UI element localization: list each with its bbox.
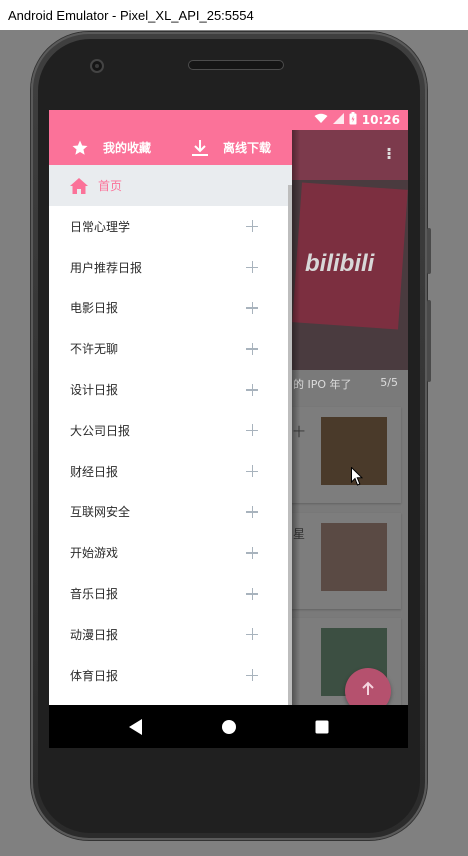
phone-screen: 10:26 ··· bilibili 的 IPO 年了 5/5 十 星: [49, 110, 408, 748]
back-icon: [128, 718, 142, 735]
window-title: Android Emulator - Pixel_XL_API_25:5554: [8, 7, 254, 23]
wifi-icon: [314, 113, 328, 127]
drawer-item-label: 体育日报: [70, 668, 119, 683]
home-label: 首页: [98, 179, 123, 193]
home-icon: [70, 177, 88, 194]
back-button[interactable]: [124, 715, 148, 739]
drawer-item-games[interactable]: 开始游戏: [49, 532, 292, 573]
banner-caption: 的 IPO 年了: [293, 378, 352, 391]
drawer-item-label: 不许无聊: [70, 342, 119, 357]
plus-icon[interactable]: [246, 424, 258, 437]
plus-icon[interactable]: [246, 342, 258, 355]
drawer-item-movie[interactable]: 电影日报: [49, 288, 292, 329]
recents-icon: [315, 720, 328, 733]
offline-download-button[interactable]: 离线下载: [189, 130, 271, 165]
drawer-item-sports[interactable]: 体育日报: [49, 655, 292, 696]
drawer-item-no-boredom[interactable]: 不许无聊: [49, 328, 292, 369]
plus-icon[interactable]: [246, 301, 258, 314]
drawer-item-internet-security[interactable]: 互联网安全: [49, 492, 292, 533]
banner-counter: 5/5: [380, 376, 398, 389]
drawer-item-big-company[interactable]: 大公司日报: [49, 410, 292, 451]
recents-button[interactable]: [310, 715, 334, 739]
drawer-shadow: [292, 130, 300, 705]
status-time: 10:26: [361, 113, 400, 127]
favorites-label: 我的收藏: [103, 141, 152, 155]
home-button[interactable]: [217, 715, 241, 739]
signal-icon: [332, 113, 344, 127]
plus-icon[interactable]: [246, 261, 258, 274]
drawer-item-anime[interactable]: 动漫日报: [49, 614, 292, 655]
favorites-button[interactable]: 我的收藏: [69, 130, 151, 165]
power-button[interactable]: [427, 228, 431, 274]
drawer-item-label: 动漫日报: [70, 627, 119, 642]
plus-icon[interactable]: [246, 628, 258, 641]
plus-icon[interactable]: [246, 669, 258, 682]
story-card: [289, 407, 401, 503]
earpiece-speaker: [188, 60, 284, 70]
battery-icon: [349, 112, 357, 128]
drawer-item-label: 用户推荐日报: [70, 260, 143, 275]
plus-icon[interactable]: [246, 546, 258, 559]
drawer-header: 我的收藏 离线下载: [49, 130, 292, 165]
drawer-item-home[interactable]: 首页: [49, 165, 292, 206]
banner-logo: bilibili: [305, 250, 375, 277]
drawer-item-user-recommended[interactable]: 用户推荐日报: [49, 247, 292, 288]
android-nav-bar: [49, 705, 408, 748]
plus-icon[interactable]: [246, 383, 258, 396]
drawer-item-label: 财经日报: [70, 464, 119, 479]
story-thumbnail: [321, 523, 387, 591]
front-camera: [90, 59, 104, 73]
drawer-item-label: 设计日报: [70, 383, 119, 398]
volume-button[interactable]: [427, 300, 431, 382]
offline-download-label: 离线下载: [223, 141, 272, 155]
mouse-cursor-icon: [351, 466, 364, 490]
status-bar: 10:26: [49, 110, 408, 130]
plus-icon[interactable]: [246, 465, 258, 478]
navigation-drawer: 我的收藏 离线下载 首页 日常心理学 用户推荐日报 电影日报 不许无聊 设计日报…: [49, 130, 292, 705]
more-options-icon: · · ·: [386, 140, 393, 167]
plus-icon[interactable]: [246, 220, 258, 233]
drawer-item-label: 电影日报: [70, 301, 119, 316]
plus-icon[interactable]: [246, 587, 258, 600]
download-icon: [189, 137, 211, 159]
circle-home-icon: [221, 719, 236, 734]
drawer-item-music[interactable]: 音乐日报: [49, 573, 292, 614]
drawer-item-label: 音乐日报: [70, 587, 119, 602]
drawer-item-design[interactable]: 设计日报: [49, 369, 292, 410]
drawer-item-label: 互联网安全: [70, 505, 131, 520]
drawer-item-label: 大公司日报: [70, 423, 131, 438]
star-icon: [69, 137, 91, 159]
drawer-menu-list: 日常心理学 用户推荐日报 电影日报 不许无聊 设计日报 大公司日报 财经日报 互…: [49, 206, 292, 696]
emulator-title-bar: Android Emulator - Pixel_XL_API_25:5554: [0, 0, 468, 30]
drawer-item-label: 日常心理学: [70, 219, 131, 234]
story-card: [289, 513, 401, 609]
drawer-item-daily-psychology[interactable]: 日常心理学: [49, 206, 292, 247]
drawer-item-finance[interactable]: 财经日报: [49, 451, 292, 492]
drawer-item-label: 开始游戏: [70, 546, 119, 561]
arrow-up-icon: [360, 681, 376, 702]
plus-icon[interactable]: [246, 505, 258, 518]
